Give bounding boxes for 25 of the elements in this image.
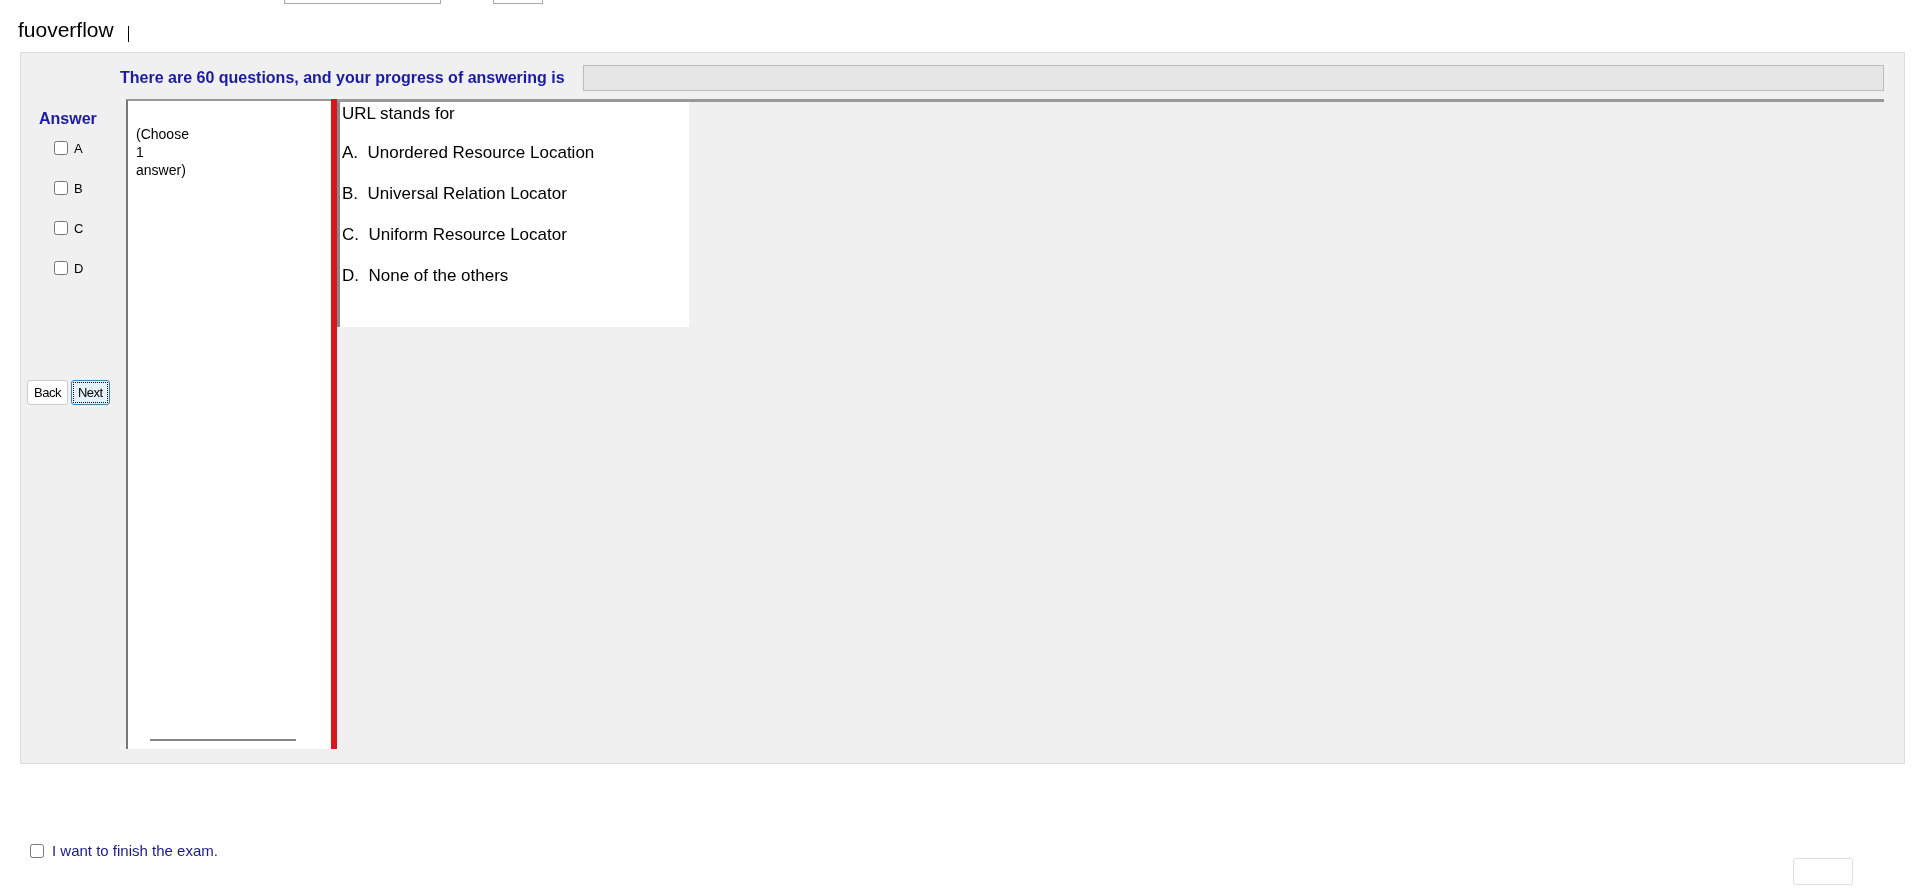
- progress-text: There are 60 questions, and your progress of answering is: [120, 69, 565, 87]
- instruction-text: (Choose: [136, 125, 190, 143]
- instruction-text: 1: [136, 143, 145, 161]
- header-label: fuoverflow: [18, 18, 114, 42]
- answer-checkbox[interactable]: [54, 181, 68, 195]
- choice-text: C. Uniform Resource Locator: [342, 225, 568, 245]
- answer-checkbox[interactable]: [54, 221, 68, 235]
- nav-button[interactable]: Next: [70, 380, 110, 405]
- option-label: B: [74, 180, 83, 196]
- finish-label: I want to finish the exam.: [52, 842, 218, 859]
- option-label: D: [74, 260, 84, 276]
- choice-text: A. Unordered Resource Location: [342, 143, 596, 163]
- option-label: C: [74, 220, 84, 236]
- nav-button[interactable]: Back: [27, 380, 68, 405]
- question-text: URL stands for: [342, 104, 456, 124]
- option-label: A: [74, 140, 83, 156]
- text-cursor: [127, 26, 129, 42]
- choice-text: B. Universal Relation Locator: [342, 184, 568, 204]
- finish-checkbox[interactable]: [30, 843, 44, 858]
- instruction-text: answer): [136, 161, 187, 179]
- choice-text: D. None of the others: [342, 266, 510, 286]
- answer-checkbox[interactable]: [54, 261, 68, 275]
- answer-checkbox[interactable]: [54, 141, 68, 155]
- scrollbar[interactable]: [150, 739, 296, 741]
- answer-label: Answer: [39, 110, 98, 128]
